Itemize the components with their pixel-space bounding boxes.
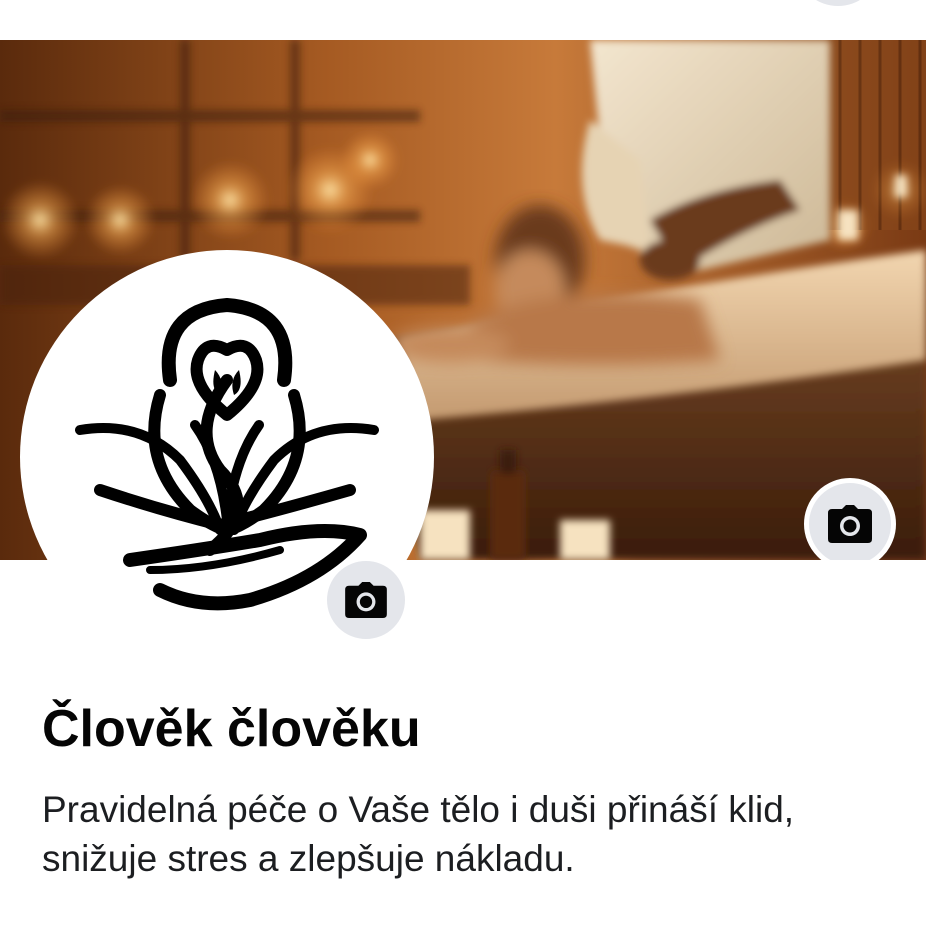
top-action-button[interactable] <box>800 0 876 6</box>
cover-camera-button[interactable] <box>804 478 896 560</box>
camera-icon <box>828 505 872 543</box>
top-strip <box>0 0 926 40</box>
camera-icon <box>345 582 387 618</box>
profile-camera-button[interactable] <box>322 556 410 644</box>
page-name: Člověk člověku <box>42 700 421 758</box>
profile-page: Člověk člověku Pravidelná péče o Vaše tě… <box>0 0 926 926</box>
page-bio: Pravidelná péče o Vaše tělo i duši přiná… <box>42 789 795 879</box>
